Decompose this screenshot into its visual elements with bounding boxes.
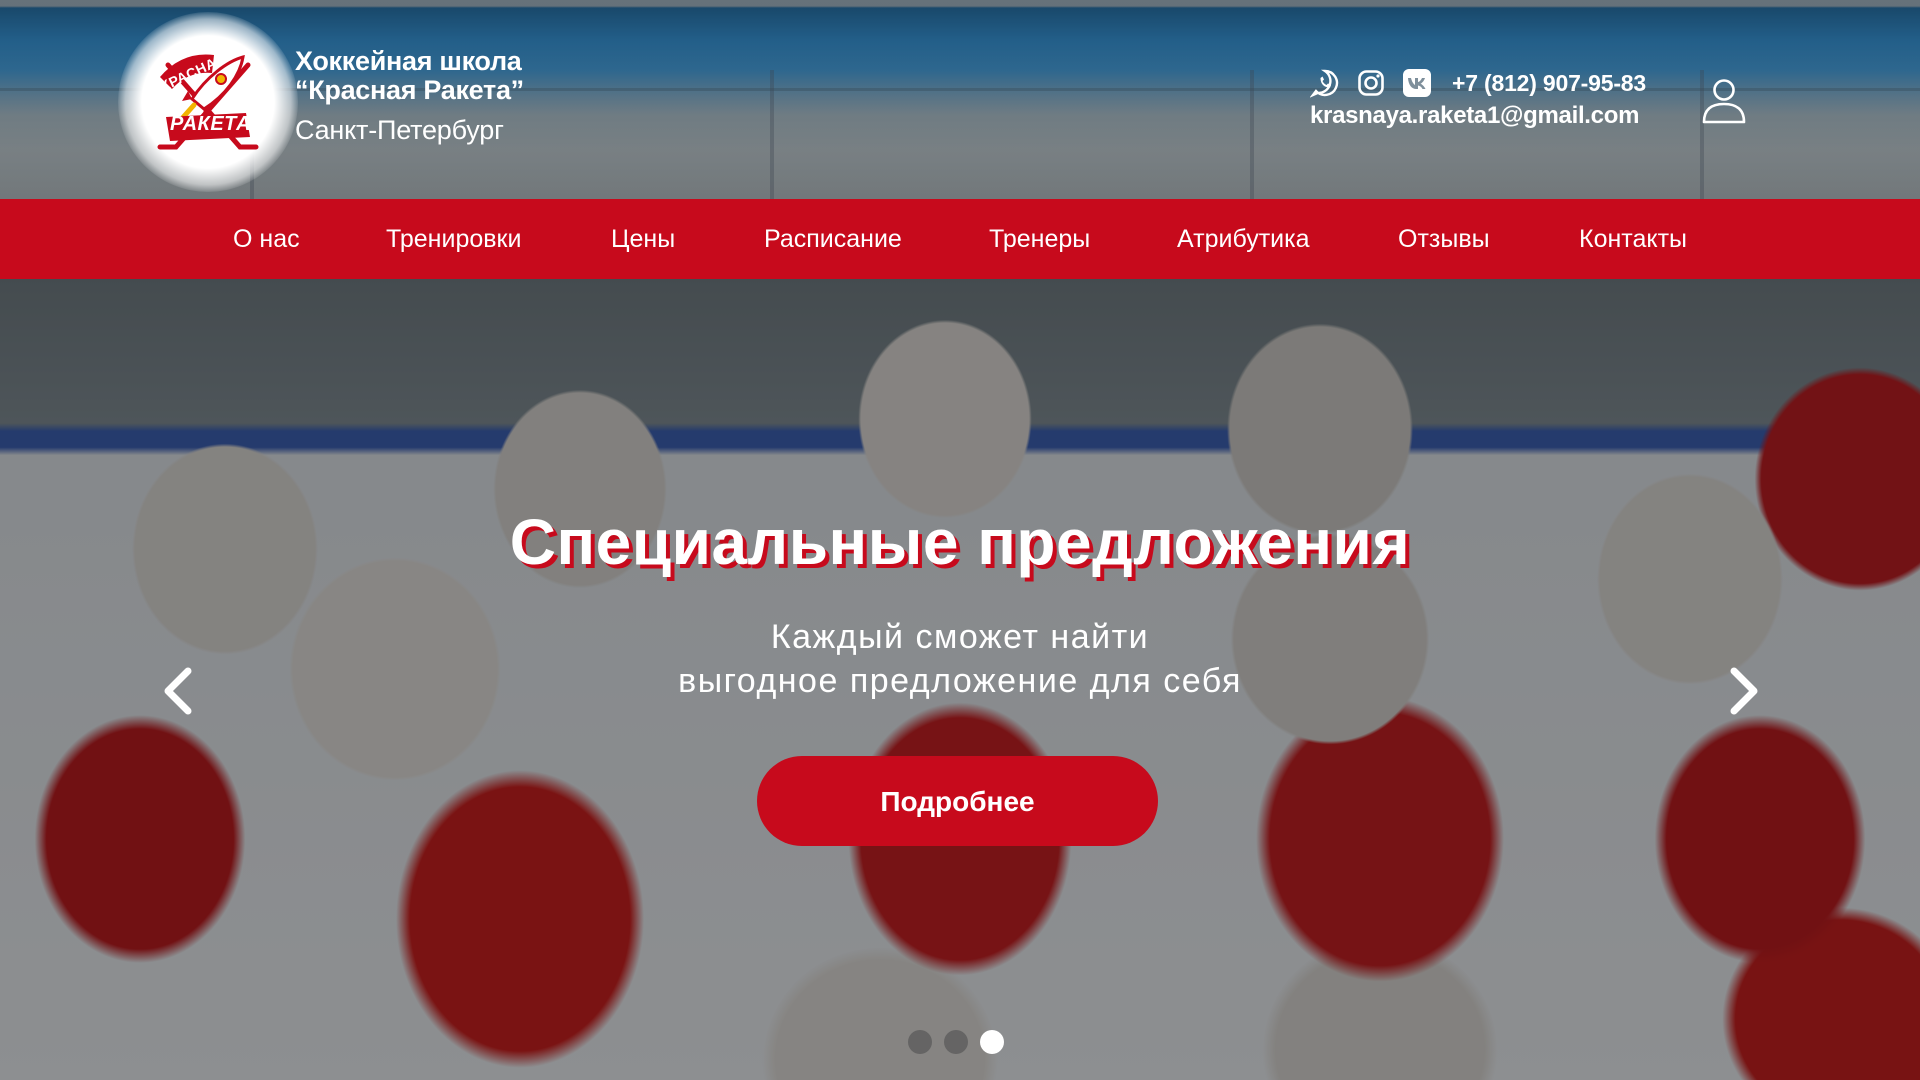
main-nav: О нас Тренировки Цены Расписание Тренеры… xyxy=(0,199,1920,279)
page: КРАСНАЯ РАКЕТА Хоккейная школа “Красная … xyxy=(0,0,1920,1080)
nav-item-schedule[interactable]: Расписание xyxy=(764,199,902,279)
nav-item-contacts[interactable]: Контакты xyxy=(1579,199,1687,279)
brand-block: Хоккейная школа “Красная Ракета” Санкт-П… xyxy=(295,46,524,146)
site-logo[interactable]: КРАСНАЯ РАКЕТА xyxy=(118,12,298,192)
nav-item-trainings[interactable]: Тренировки xyxy=(386,199,521,279)
more-button[interactable]: Подробнее xyxy=(757,756,1158,846)
brand-city: Санкт-Петербург xyxy=(295,115,504,145)
nav-item-coaches[interactable]: Тренеры xyxy=(989,199,1090,279)
whatsapp-icon[interactable] xyxy=(1310,68,1340,98)
phone-number[interactable]: +7 (812) 907-95-83 xyxy=(1452,70,1646,97)
logo-text-bottom: РАКЕТА xyxy=(170,113,252,135)
hero-subtitle-line2: выгодное предложение для себя xyxy=(678,662,1242,700)
nav-item-reviews[interactable]: Отзывы xyxy=(1398,199,1490,279)
hero-title: Специальные предложения xyxy=(509,506,1411,578)
vk-icon[interactable] xyxy=(1402,68,1432,98)
user-account-icon[interactable] xyxy=(1698,76,1750,128)
instagram-icon[interactable] xyxy=(1356,68,1386,98)
nav-item-merch[interactable]: Атрибутика xyxy=(1177,199,1310,279)
slider-dots xyxy=(908,1030,1004,1054)
brand-title-line1: Хоккейная школа xyxy=(295,46,522,76)
slider-prev-arrow-icon[interactable] xyxy=(150,661,210,721)
slider-dot-2[interactable] xyxy=(944,1030,968,1054)
nav-item-prices[interactable]: Цены xyxy=(611,199,675,279)
contacts-block: +7 (812) 907-95-83 krasnaya.raketa1@gmai… xyxy=(1310,66,1646,130)
slider-next-arrow-icon[interactable] xyxy=(1712,661,1772,721)
nav-item-about[interactable]: О нас xyxy=(233,199,300,279)
site-header: КРАСНАЯ РАКЕТА Хоккейная школа “Красная … xyxy=(0,0,1920,199)
slider-dot-3[interactable] xyxy=(980,1030,1004,1054)
hero-slider: Специальные предложения Каждый сможет на… xyxy=(0,279,1920,1080)
brand-title-line2: “Красная Ракета” xyxy=(295,75,524,105)
email-link[interactable]: krasnaya.raketa1@gmail.com xyxy=(1310,102,1646,130)
slider-dot-1[interactable] xyxy=(908,1030,932,1054)
hero-subtitle-line1: Каждый сможет найти xyxy=(770,618,1150,656)
hero-subtitle: Каждый сможет найти выгодное предложение… xyxy=(0,615,1920,703)
